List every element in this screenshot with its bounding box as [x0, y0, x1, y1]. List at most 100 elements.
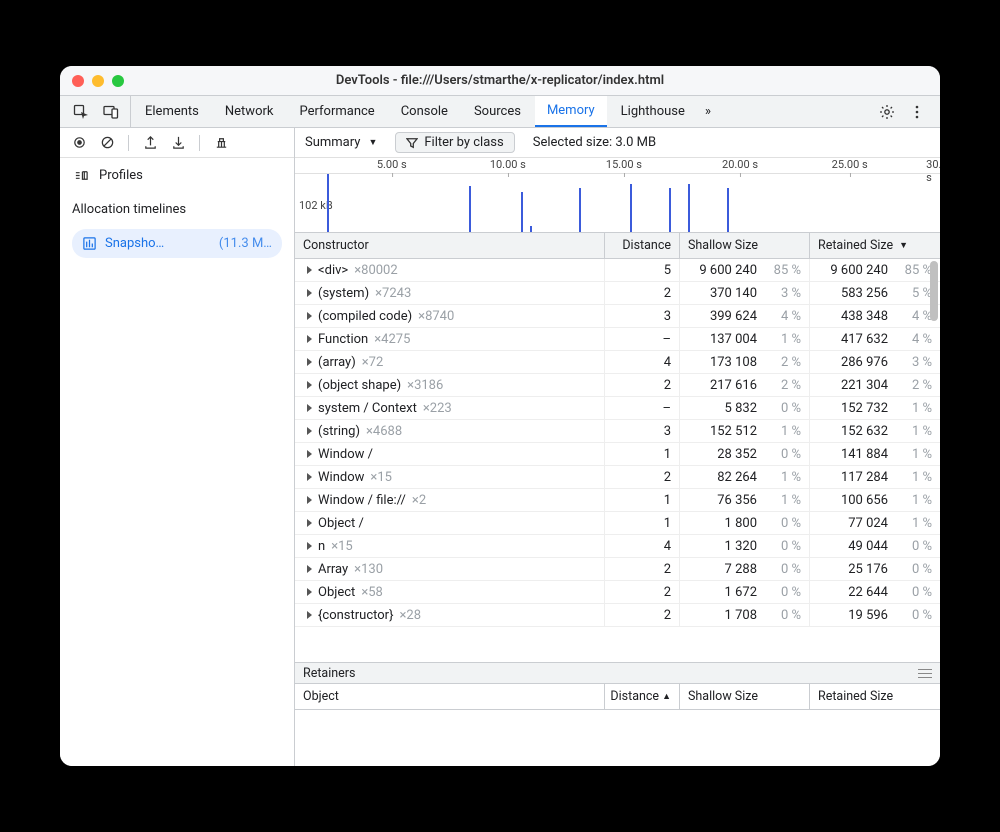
table-body[interactable]: <div> ×8000259 600 24085 %9 600 24085 %(…: [295, 259, 940, 662]
scrollbar[interactable]: [928, 259, 940, 662]
cell-retained: 286 9763 %: [810, 351, 940, 373]
tab-memory[interactable]: Memory: [535, 96, 607, 127]
export-icon[interactable]: [141, 134, 159, 152]
table-row[interactable]: (object shape) ×31862217 6162 %221 3042 …: [295, 374, 940, 397]
record-icon[interactable]: [70, 134, 88, 152]
clear-icon[interactable]: [98, 134, 116, 152]
kebab-menu-icon[interactable]: [908, 103, 926, 121]
timeline-tick: 20.00 s: [722, 158, 758, 171]
filter-by-class-input[interactable]: Filter by class: [395, 132, 514, 153]
cell-shallow: 1 8000 %: [680, 512, 810, 534]
disclosure-triangle-icon[interactable]: [307, 266, 312, 274]
disclosure-triangle-icon[interactable]: [307, 496, 312, 504]
garbage-collect-icon[interactable]: [212, 134, 230, 152]
disclosure-triangle-icon[interactable]: [307, 473, 312, 481]
table-row[interactable]: Window / file:// ×2176 3561 %100 6561 %: [295, 489, 940, 512]
timeline-bar: [530, 226, 532, 232]
cell-retained: 9 600 24085 %: [810, 259, 940, 281]
instance-count: ×4688: [366, 424, 402, 439]
close-window-button[interactable]: [72, 75, 84, 87]
cell-distance: 2: [605, 604, 680, 626]
cell-retained: 438 3484 %: [810, 305, 940, 327]
timeline[interactable]: 5.00 s10.00 s15.00 s20.00 s25.00 s30.00 …: [295, 158, 940, 233]
table-row[interactable]: (array) ×724173 1082 %286 9763 %: [295, 351, 940, 374]
table-row[interactable]: Window /128 3520 %141 8841 %: [295, 443, 940, 466]
disclosure-triangle-icon[interactable]: [307, 381, 312, 389]
timeline-bar: [630, 184, 632, 232]
sidebar-heading-profiles[interactable]: Profiles: [60, 158, 294, 194]
disclosure-triangle-icon[interactable]: [307, 565, 312, 573]
tab-console[interactable]: Console: [389, 96, 460, 127]
tab-lighthouse[interactable]: Lighthouse: [609, 96, 697, 127]
constructor-name: (system): [318, 286, 369, 301]
constructor-name: (compiled code): [318, 309, 412, 324]
disclosure-triangle-icon[interactable]: [307, 289, 312, 297]
inspect-element-icon[interactable]: [72, 103, 90, 121]
table-row[interactable]: n ×1541 3200 %49 0440 %: [295, 535, 940, 558]
disclosure-triangle-icon[interactable]: [307, 588, 312, 596]
timeline-bar: [688, 184, 690, 232]
snapshot-item[interactable]: Snapsho… (11.3 M…: [72, 229, 282, 258]
title-bar: DevTools - file:///Users/stmarthe/x-repl…: [60, 66, 940, 96]
cell-distance: 3: [605, 420, 680, 442]
th-distance[interactable]: Distance: [605, 233, 680, 258]
rth-object[interactable]: Object: [295, 684, 605, 709]
view-select[interactable]: Summary ▼: [305, 135, 377, 150]
disclosure-triangle-icon[interactable]: [307, 312, 312, 320]
table-row[interactable]: system / Context ×223–5 8320 %152 7321 %: [295, 397, 940, 420]
table-row[interactable]: Object /11 8000 %77 0241 %: [295, 512, 940, 535]
tab-network[interactable]: Network: [213, 96, 286, 127]
cell-retained: 49 0440 %: [810, 535, 940, 557]
table-row[interactable]: Object ×5821 6720 %22 6440 %: [295, 581, 940, 604]
table-row[interactable]: <div> ×8000259 600 24085 %9 600 24085 %: [295, 259, 940, 282]
th-shallow[interactable]: Shallow Size: [680, 233, 810, 258]
gear-icon[interactable]: [878, 103, 896, 121]
window-title: DevTools - file:///Users/stmarthe/x-repl…: [60, 73, 940, 88]
traffic-lights: [72, 75, 124, 87]
disclosure-triangle-icon[interactable]: [307, 358, 312, 366]
disclosure-triangle-icon[interactable]: [307, 519, 312, 527]
rth-distance[interactable]: Distance ▲: [605, 684, 680, 709]
constructor-name: Array: [318, 562, 348, 577]
import-icon[interactable]: [169, 134, 187, 152]
tab-sources[interactable]: Sources: [462, 96, 533, 127]
cell-shallow: 152 5121 %: [680, 420, 810, 442]
table-row[interactable]: Window ×15282 2641 %117 2841 %: [295, 466, 940, 489]
table-row[interactable]: (compiled code) ×87403399 6244 %438 3484…: [295, 305, 940, 328]
cell-shallow: 137 0041 %: [680, 328, 810, 350]
rth-retained[interactable]: Retained Size: [810, 684, 940, 709]
timeline-bar: [521, 192, 523, 232]
profiles-label: Profiles: [99, 168, 143, 183]
instance-count: ×15: [370, 470, 392, 485]
cell-shallow: 1 3200 %: [680, 535, 810, 557]
table-row[interactable]: Array ×13027 2880 %25 1760 %: [295, 558, 940, 581]
table-row[interactable]: (string) ×46883152 5121 %152 6321 %: [295, 420, 940, 443]
table-row[interactable]: (system) ×72432370 1403 %583 2565 %: [295, 282, 940, 305]
tab-elements[interactable]: Elements: [133, 96, 211, 127]
instance-count: ×2: [412, 493, 426, 508]
disclosure-triangle-icon[interactable]: [307, 427, 312, 435]
tabs-more[interactable]: »: [699, 96, 717, 127]
disclosure-triangle-icon[interactable]: [307, 611, 312, 619]
disclosure-triangle-icon[interactable]: [307, 542, 312, 550]
constructor-name: (object shape): [318, 378, 401, 393]
tab-performance[interactable]: Performance: [288, 96, 387, 127]
th-constructor[interactable]: Constructor: [295, 233, 605, 258]
maximize-window-button[interactable]: [112, 75, 124, 87]
rth-shallow[interactable]: Shallow Size: [680, 684, 810, 709]
th-retained[interactable]: Retained Size ▼: [810, 233, 940, 258]
cell-retained: 141 8841 %: [810, 443, 940, 465]
cell-distance: 3: [605, 305, 680, 327]
retainers-menu-icon[interactable]: [918, 669, 932, 678]
disclosure-triangle-icon[interactable]: [307, 450, 312, 458]
table-row[interactable]: {constructor} ×2821 7080 %19 5960 %: [295, 604, 940, 627]
minimize-window-button[interactable]: [92, 75, 104, 87]
constructor-name: (array): [318, 355, 356, 370]
table-row[interactable]: Function ×4275–137 0041 %417 6324 %: [295, 328, 940, 351]
device-toolbar-icon[interactable]: [102, 103, 120, 121]
disclosure-triangle-icon[interactable]: [307, 335, 312, 343]
scrollbar-thumb[interactable]: [930, 261, 938, 321]
cell-distance: 2: [605, 558, 680, 580]
cell-shallow: 370 1403 %: [680, 282, 810, 304]
disclosure-triangle-icon[interactable]: [307, 404, 312, 412]
